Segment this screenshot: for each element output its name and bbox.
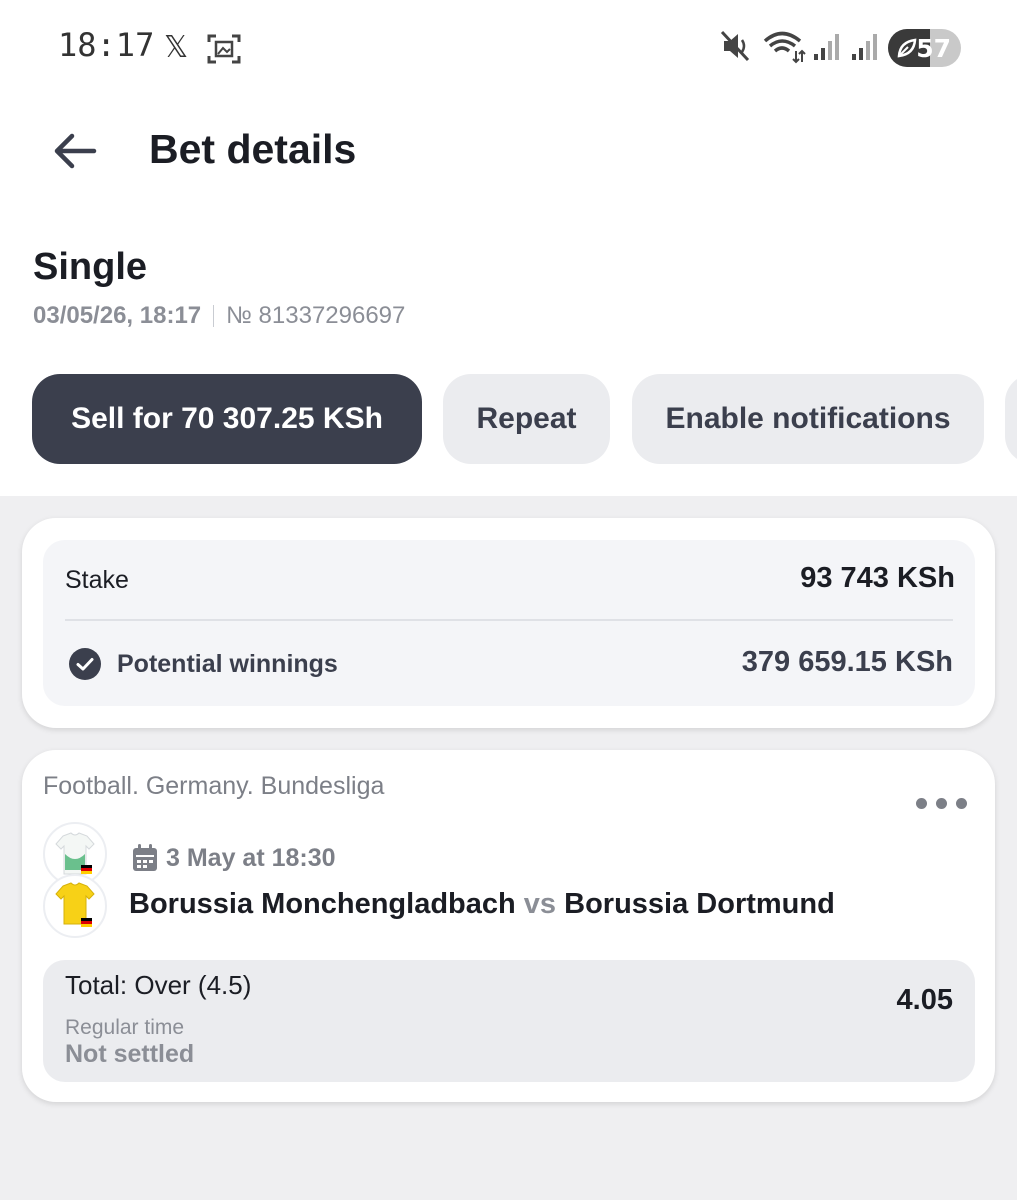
bet-number: № 81337296697 [226, 302, 406, 329]
potential-winnings-value: 379 659.15 KSh [741, 646, 953, 678]
signal-icon [814, 34, 839, 60]
home-team-name: Borussia Monchengladbach [129, 888, 516, 920]
calendar-icon [133, 844, 157, 871]
selection-panel: Total: Over (4.5) Regular time Not settl… [43, 960, 975, 1082]
stake-panel: Stake 93 743 KSh Potential winnings 379 … [43, 540, 975, 706]
top-section: 18:17 𝕏 57 Bet details Single 03/05/26, … [0, 0, 1017, 496]
bet-type: Single [33, 246, 148, 288]
signal-icon [852, 34, 877, 60]
x-logo-icon: 𝕏 [164, 30, 189, 65]
mute-icon [720, 30, 750, 62]
divider [65, 619, 953, 621]
stake-value: 93 743 KSh [800, 562, 955, 594]
meta-divider [213, 305, 215, 327]
selection-market: Total: Over (4.5) [65, 970, 252, 1000]
sell-button[interactable]: Sell for 70 307.25 KSh [32, 374, 422, 464]
selection-odds: 4.05 [896, 984, 953, 1016]
check-circle-icon [69, 648, 101, 680]
event-teams[interactable]: Borussia Monchengladbach vs Borussia Dor… [129, 888, 835, 921]
selection-period: Regular time [65, 1016, 185, 1039]
page-title: Bet details [149, 126, 357, 172]
repeat-button[interactable]: Repeat [443, 374, 610, 464]
event-card: Football. Germany. Bundesliga 3 May at 1… [22, 750, 995, 1102]
league-label: Football. Germany. Bundesliga [43, 772, 385, 800]
battery-indicator: 57 [888, 29, 961, 67]
next-action-button[interactable] [1005, 374, 1017, 464]
screenshot-icon [207, 34, 241, 64]
potential-winnings-label: Potential winnings [117, 650, 338, 678]
wifi-icon [763, 31, 806, 64]
stake-card: Stake 93 743 KSh Potential winnings 379 … [22, 518, 995, 728]
selection-status: Not settled [65, 1040, 195, 1068]
bet-date: 03/05/26, 18:17 [33, 302, 202, 329]
away-kit-icon [55, 882, 95, 927]
enable-notifications-button[interactable]: Enable notifications [632, 374, 984, 464]
away-team-name: Borussia Dortmund [564, 888, 835, 920]
stake-label: Stake [65, 566, 129, 594]
arrow-left-icon[interactable] [50, 126, 100, 176]
vs-label: vs [523, 888, 557, 920]
status-time: 18:17 [58, 26, 155, 64]
event-date: 3 May at 18:30 [166, 844, 336, 872]
bet-meta: 03/05/26, 18:17 № 81337296697 [33, 302, 405, 330]
battery-level: 57 [916, 33, 951, 63]
away-team-logo [43, 874, 107, 938]
more-options-icon[interactable] [916, 794, 968, 814]
